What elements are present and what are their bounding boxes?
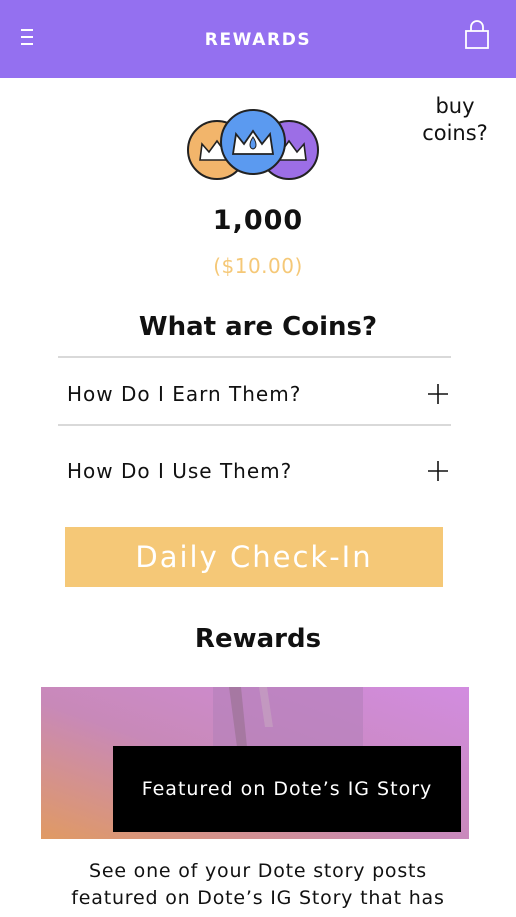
- reward-card[interactable]: Featured on Dote’s IG Story: [41, 687, 469, 839]
- reward-description: See one of your Dote story posts feature…: [28, 858, 488, 912]
- rewards-heading: Rewards: [194, 624, 322, 654]
- faq-use-row[interactable]: How Do I Use Them?: [58, 435, 451, 509]
- coin-balance: 1,000: [212, 205, 304, 236]
- buy-coins-link[interactable]: buy coins?: [408, 93, 502, 147]
- buy-coins-line2: coins?: [422, 121, 488, 145]
- plus-icon[interactable]: [427, 383, 449, 405]
- faq-use-label: How Do I Use Them?: [67, 459, 293, 483]
- app-header: REWARDS: [0, 0, 516, 78]
- buy-coins-line1: buy: [435, 94, 475, 118]
- coins-illustration: [187, 109, 319, 180]
- reward-caption: Featured on Dote’s IG Story: [113, 746, 461, 832]
- shopping-bag-icon[interactable]: [462, 18, 492, 52]
- plus-icon[interactable]: [427, 460, 449, 482]
- divider: [58, 424, 451, 426]
- what-are-coins-heading: What are Coins?: [138, 312, 378, 342]
- faq-earn-label: How Do I Earn Them?: [67, 382, 302, 406]
- reward-description-line1: See one of your Dote story posts: [88, 860, 428, 882]
- blue-coin-icon: [220, 109, 286, 175]
- page-title: REWARDS: [204, 30, 312, 50]
- coin-dollar-value: ($10.00): [213, 254, 303, 278]
- daily-check-in-button[interactable]: Daily Check-In: [65, 527, 443, 587]
- reward-description-line2: featured on Dote’s IG Story that has: [71, 887, 445, 909]
- faq-earn-row[interactable]: How Do I Earn Them?: [58, 358, 451, 432]
